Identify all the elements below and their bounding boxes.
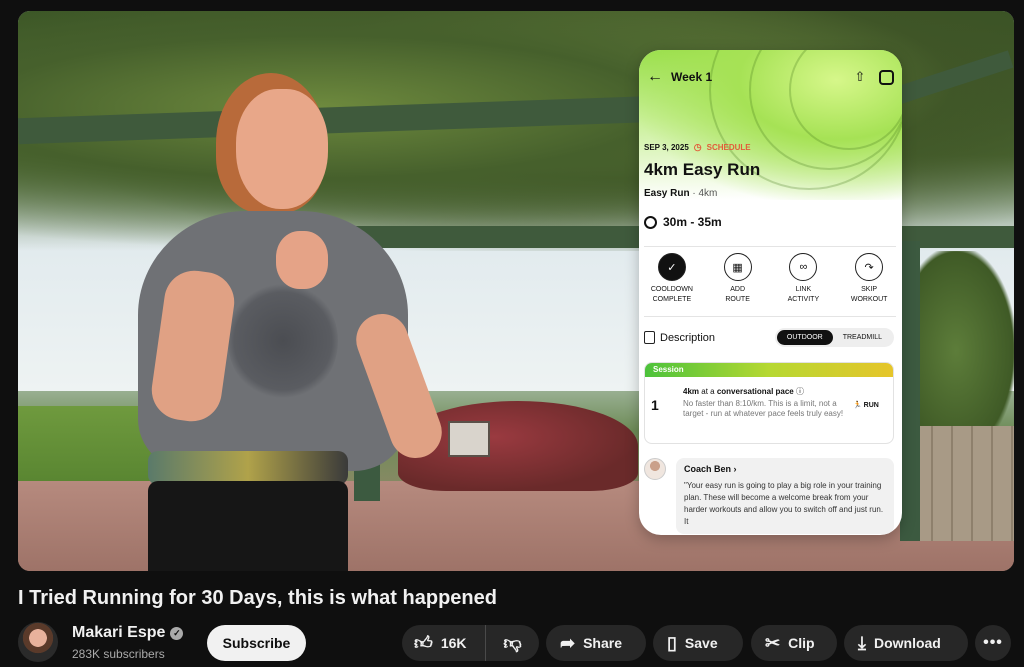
download-label: Download [873,635,941,651]
map-icon: ▦ [723,253,752,281]
video-pergola-post [900,241,920,541]
save-label: Save [684,635,718,651]
tab-outdoor[interactable]: OUTDOOR [776,330,833,345]
action-label: COOLDOWN [650,286,693,293]
video-person-belt [148,451,348,485]
skip-icon: ↷ [855,253,884,281]
week-label: Week 1 [671,70,713,84]
video-shirt-print [228,281,338,401]
thumbs-down-icon: 👎︎ [503,633,522,653]
step-detail: No faster than 8:10/km. This is a limit,… [683,399,844,418]
cooldown-complete-button[interactable]: ✓ COOLDOWN COMPLETE [641,253,703,305]
like-count: 16K [440,635,467,651]
workout-subtitle: Easy Run · 4km [644,188,718,199]
training-plan-card: ← Week 1 ⇧ SEP 3, 2025 ◷ SCHEDULE 4km Ea… [639,50,902,535]
video-player[interactable]: ← Week 1 ⇧ SEP 3, 2025 ◷ SCHEDULE 4km Ea… [18,11,1014,571]
date-row: SEP 3, 2025 ◷ SCHEDULE [644,142,751,153]
checkbox-icon[interactable] [877,68,895,86]
skip-workout-button[interactable]: ↷ SKIP WORKOUT [838,253,900,305]
coach-avatar [644,458,666,480]
step-number: 1 [651,397,659,413]
action-label: WORKOUT [850,296,888,303]
more-actions-button[interactable]: ••• [975,625,1011,661]
coach-note: Coach Ben › "Your easy run is going to p… [644,458,894,534]
video-stone-wall [913,426,1014,541]
schedule-icon: ◷ [693,142,702,152]
share-label: Share [583,635,623,651]
coach-name: Coach Ben [684,464,732,474]
info-icon[interactable]: ⓘ [796,387,804,396]
schedule-label[interactable]: SCHEDULE [707,143,751,152]
action-label: ADD [730,286,746,293]
save-button[interactable]: ▯ Save [653,625,743,661]
back-arrow-icon[interactable]: ← [647,68,665,86]
chevron-right-icon: › [733,464,737,474]
runner-icon: 🏃 [853,402,862,409]
workout-date: SEP 3, 2025 [644,143,689,152]
channel-name[interactable]: Makari Espe [72,624,165,642]
action-label: COMPLETE [652,296,692,303]
session-block: Session 1 4km at a conversational pace ⓘ… [644,362,894,444]
coach-message: "Your easy run is going to play a big ro… [684,481,884,526]
duration-row: 30m - 35m [644,215,722,229]
action-label: LINK [795,286,812,293]
subscriber-count: 283K subscribers [72,647,165,661]
divider [644,246,896,247]
step-connector: at a [701,387,715,396]
like-dislike-group: 👍︎ 16K 👎︎ [402,625,539,661]
video-person-face [236,89,328,209]
environment-toggle: OUTDOOR TREADMILL [774,328,894,347]
dislike-button[interactable]: 👎︎ [486,632,539,654]
share-icon[interactable]: ⇧ [851,68,869,86]
video-title: I Tried Running for 30 Days, this is wha… [18,587,497,609]
share-button[interactable]: ➦ Share [546,625,646,661]
verified-icon: ✓ [170,626,184,640]
clock-icon [644,215,657,229]
add-route-button[interactable]: ▦ ADD ROUTE [707,253,769,305]
workout-title: 4km Easy Run [644,160,761,179]
video-bench [448,421,490,457]
scissors-icon: ✂ [765,632,781,653]
workout-type: Easy Run [644,188,690,199]
video-person-legs [148,481,348,571]
bookmark-icon: ▯ [667,632,677,653]
more-icon: ••• [983,634,1003,651]
card-header: ← Week 1 ⇧ [647,66,895,88]
link-activity-button[interactable]: ∞ LINK ACTIVITY [772,253,834,305]
share-arrow-icon: ➦ [560,632,576,653]
subscribe-button[interactable]: Subscribe [207,625,306,661]
channel-avatar[interactable] [18,622,58,662]
clip-label: Clip [788,635,815,651]
action-label: ACTIVITY [787,296,820,303]
step-distance: 4km [683,387,700,396]
download-button[interactable]: ⤓ Download [844,625,968,661]
action-label: SKIP [861,286,878,293]
workout-duration: 30m - 35m [663,215,722,229]
check-icon: ✓ [657,253,686,281]
session-header: Session [645,363,893,377]
link-icon: ∞ [789,253,818,281]
clip-button[interactable]: ✂ Clip [751,625,837,661]
action-label: ROUTE [725,296,750,303]
workout-distance: 4km [698,188,718,199]
thumbs-up-icon: 👍︎ [414,633,433,653]
like-button[interactable]: 👍︎ 16K [402,625,486,661]
session-step: 1 4km at a conversational pace ⓘ No fast… [645,377,893,419]
video-person-hand [276,231,328,289]
divider [644,316,896,317]
description-label: Description [660,331,716,344]
coach-bubble[interactable]: Coach Ben › "Your easy run is going to p… [676,458,894,534]
workout-actions: ✓ COOLDOWN COMPLETE ▦ ADD ROUTE ∞ LINK ACTI… [639,253,902,305]
step-pace: conversational pace [716,387,794,396]
download-icon: ⤓ [858,632,866,653]
description-row: Description OUTDOOR TREADMILL [644,328,894,347]
step-tag: RUN [863,402,879,409]
step-text: 4km at a conversational pace ⓘ No faster… [683,387,853,419]
document-icon [644,331,655,344]
tab-treadmill[interactable]: TREADMILL [833,330,892,345]
